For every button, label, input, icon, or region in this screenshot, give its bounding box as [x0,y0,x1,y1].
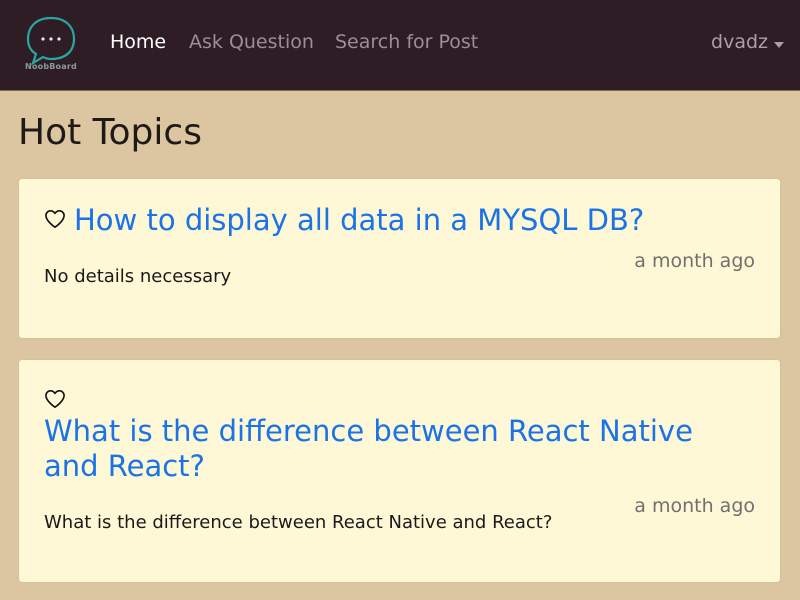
page-title: Hot Topics [18,112,202,153]
post-title-line: and React? [44,449,205,483]
caret-down-icon [774,42,784,48]
post-body: What is the difference between React Nat… [44,512,553,533]
brand-logo[interactable]: NoobBoard [20,14,82,76]
navbar: NoobBoard Home Ask Question Search for P… [0,0,800,91]
heart-outline-icon[interactable] [44,209,66,229]
post-body: No details necessary [44,266,232,287]
post-card: What is the difference between React Nat… [18,359,781,583]
post-card: How to display all data in a MYSQL DB? a… [18,178,781,339]
nav-ask-question[interactable]: Ask Question [189,31,314,53]
nav-home[interactable]: Home [110,31,166,53]
username: dvadz [711,31,768,53]
nav-search-for-post[interactable]: Search for Post [335,31,478,53]
post-title-link[interactable]: What is the difference between React Nat… [44,414,764,484]
user-menu[interactable]: dvadz [711,31,784,53]
post-timestamp: a month ago [634,250,755,272]
brand-name: NoobBoard [25,62,77,71]
post-timestamp: a month ago [634,495,755,517]
post-title-link[interactable]: How to display all data in a MYSQL DB? [74,203,644,238]
post-title-line: What is the difference between React Nat… [44,414,693,448]
heart-outline-icon[interactable] [44,389,66,409]
